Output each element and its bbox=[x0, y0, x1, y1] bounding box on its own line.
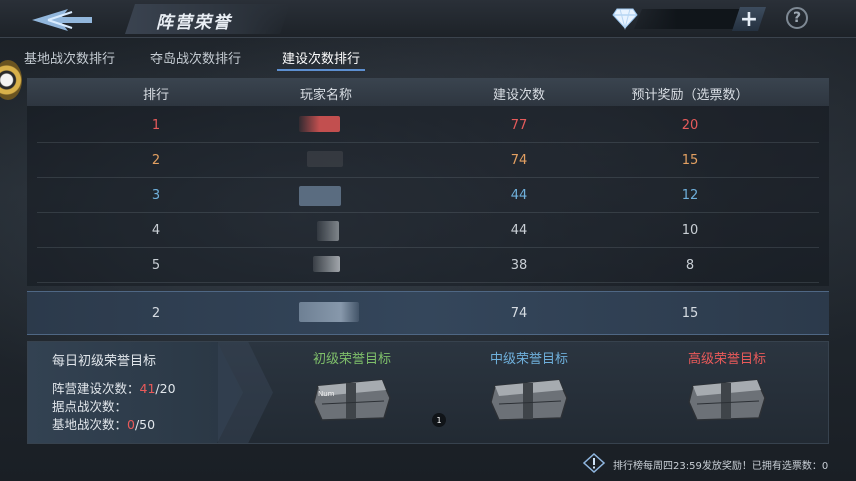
self-player-name-redacted bbox=[299, 302, 359, 322]
goals-arrow-decoration bbox=[218, 342, 273, 443]
column-header-expected-reward: 预计奖励（选票数） bbox=[631, 88, 749, 103]
active-tab-indicator bbox=[277, 69, 365, 71]
goal-label: 阵营建设次数： bbox=[52, 381, 140, 396]
tier-senior-title: 高级荣誉目标 bbox=[687, 352, 767, 367]
player-name-redacted bbox=[299, 186, 341, 206]
self-count-cell: 74 bbox=[510, 306, 528, 321]
goal-target: /50 bbox=[134, 417, 156, 432]
column-header-construction-count: 建设次数 bbox=[492, 88, 546, 103]
player-name-redacted bbox=[307, 151, 343, 167]
table-row[interactable]: 5 38 8 bbox=[37, 248, 819, 283]
player-name-redacted bbox=[313, 256, 340, 272]
plus-icon: + bbox=[739, 6, 759, 32]
self-rank-cell: 2 bbox=[151, 306, 161, 321]
currency-display: + bbox=[612, 6, 762, 30]
rank-cell: 1 bbox=[151, 118, 161, 133]
help-button[interactable]: ? bbox=[786, 7, 808, 29]
table-row[interactable]: 2 74 15 bbox=[37, 143, 819, 178]
goal-base-battle-count: 基地战次数：0/50 bbox=[52, 414, 155, 433]
goal-current: 0 bbox=[127, 417, 135, 432]
tab-construction-ranking[interactable]: 建设次数排行 bbox=[282, 48, 360, 67]
self-reward-cell: 15 bbox=[681, 306, 699, 321]
chest-icon bbox=[490, 379, 568, 421]
goal-construction-count: 阵营建设次数：41/20 bbox=[52, 378, 176, 397]
ranking-table: 排行 玩家名称 建设次数 预计奖励（选票数） 1 77 20 2 74 15 3… bbox=[27, 78, 829, 336]
reward-cell: 12 bbox=[681, 188, 699, 203]
goal-target: /20 bbox=[155, 381, 176, 396]
goal-current: 41 bbox=[139, 381, 156, 396]
chest-icon bbox=[313, 379, 391, 421]
notification-badge: 1 bbox=[432, 413, 446, 427]
goal-stronghold-battle-count: 据点战次数： bbox=[52, 396, 127, 415]
player-name-redacted bbox=[317, 221, 339, 241]
back-arrow-icon bbox=[32, 9, 92, 31]
goals-title: 每日初级荣誉目标 bbox=[52, 354, 157, 369]
count-cell: 77 bbox=[510, 118, 528, 133]
mid-reward-chest[interactable] bbox=[489, 374, 569, 424]
junior-reward-chest[interactable]: Num bbox=[312, 374, 392, 424]
chest-label: Num bbox=[318, 390, 335, 398]
goal-label: 基地战次数： bbox=[52, 417, 128, 432]
senior-reward-chest[interactable] bbox=[687, 374, 767, 424]
reward-schedule-text: 排行榜每周四23:59发放奖励！已拥有选票数：0 bbox=[613, 461, 829, 472]
table-header: 排行 玩家名称 建设次数 预计奖励（选票数） bbox=[27, 78, 829, 106]
tab-base-battle-ranking[interactable]: 基地战次数排行 bbox=[24, 48, 115, 67]
footer-note: 排行榜每周四23:59发放奖励！已拥有选票数：0 bbox=[583, 452, 833, 474]
reward-cell: 20 bbox=[681, 118, 699, 133]
column-header-rank: 排行 bbox=[142, 88, 170, 103]
diamond-icon bbox=[612, 8, 638, 30]
currency-bar bbox=[634, 9, 742, 29]
tab-bar: 基地战次数排行 夺岛战次数排行 建设次数排行 bbox=[0, 40, 856, 72]
count-cell: 38 bbox=[510, 258, 528, 273]
table-row[interactable]: 4 44 10 bbox=[37, 213, 819, 248]
column-header-player-name: 玩家名称 bbox=[299, 88, 353, 103]
count-cell: 44 bbox=[510, 188, 528, 203]
top-bar: 阵营荣誉 + ? bbox=[0, 0, 856, 38]
tier-junior-title: 初级荣誉目标 bbox=[312, 352, 392, 367]
daily-goals-panel: 每日初级荣誉目标 阵营建设次数：41/20 据点战次数： 基地战次数：0/50 … bbox=[27, 341, 829, 444]
chest-icon bbox=[688, 379, 766, 421]
table-row[interactable]: 3 44 12 bbox=[37, 178, 819, 213]
page-title: 阵营荣誉 bbox=[156, 13, 232, 33]
rank-cell: 3 bbox=[151, 188, 161, 203]
count-cell: 74 bbox=[510, 153, 528, 168]
question-icon: ? bbox=[792, 10, 802, 26]
count-cell: 44 bbox=[510, 223, 528, 238]
tier-mid-title: 中级荣誉目标 bbox=[489, 352, 569, 367]
reward-cell: 15 bbox=[681, 153, 699, 168]
reward-cell: 8 bbox=[685, 258, 695, 273]
rank-cell: 5 bbox=[151, 258, 161, 273]
player-name-redacted bbox=[299, 116, 340, 132]
rank-cell: 2 bbox=[151, 153, 161, 168]
tab-island-battle-ranking[interactable]: 夺岛战次数排行 bbox=[150, 48, 241, 67]
info-icon bbox=[583, 453, 605, 473]
table-row[interactable]: 1 77 20 bbox=[37, 108, 819, 143]
rank-cell: 4 bbox=[151, 223, 161, 238]
reward-cell: 10 bbox=[681, 223, 699, 238]
goal-label: 据点战次数： bbox=[52, 399, 128, 414]
back-button[interactable] bbox=[28, 7, 98, 33]
self-rank-row[interactable]: 2 74 15 bbox=[27, 291, 829, 335]
